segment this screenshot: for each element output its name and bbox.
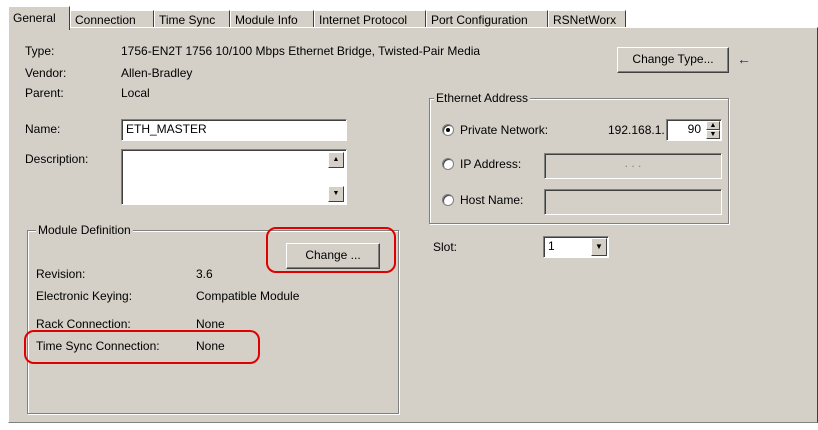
tab-port-configuration[interactable]: Port Configuration xyxy=(426,10,548,28)
revision-value: 3.6 xyxy=(196,267,213,281)
host-name-radio[interactable] xyxy=(442,194,454,206)
private-network-prefix: 192.168.1. xyxy=(608,123,665,137)
description-label: Description: xyxy=(25,152,89,166)
tab-general[interactable]: General xyxy=(8,6,70,30)
electronic-keying-label: Electronic Keying: xyxy=(36,289,133,303)
ip-address-radio[interactable] xyxy=(442,158,454,170)
module-definition-title: Module Definition xyxy=(36,223,133,237)
module-definition-group: Module Definition Change ... Revision: 3… xyxy=(27,223,399,414)
scroll-down-icon[interactable]: ▼ xyxy=(328,186,344,202)
general-panel: Type: 1756-EN2T 1756 10/100 Mbps Etherne… xyxy=(8,27,818,423)
ip-address-label: IP Address: xyxy=(460,157,522,171)
tab-module-info[interactable]: Module Info xyxy=(230,10,314,28)
private-network-radio[interactable] xyxy=(442,124,454,136)
spin-up-icon[interactable]: ▲ xyxy=(706,121,720,130)
left-arrow-icon: ← xyxy=(737,51,751,67)
description-textarea[interactable]: ▲ ▼ xyxy=(121,149,347,205)
private-network-label: Private Network: xyxy=(460,123,549,137)
ethernet-address-title: Ethernet Address xyxy=(434,91,531,105)
slot-label: Slot: xyxy=(433,240,458,254)
spin-down-icon[interactable]: ▼ xyxy=(706,130,720,139)
time-sync-connection-value: None xyxy=(196,339,225,353)
tab-connection[interactable]: Connection xyxy=(70,10,154,28)
change-type-button[interactable]: Change Type... xyxy=(617,47,729,73)
ethernet-address-group: Ethernet Address Private Network: 192.16… xyxy=(429,91,729,224)
type-value: 1756-EN2T 1756 10/100 Mbps Ethernet Brid… xyxy=(121,44,481,58)
revision-label: Revision: xyxy=(36,267,86,281)
tab-rsnetworx[interactable]: RSNetWorx xyxy=(548,10,626,28)
tab-time-sync[interactable]: Time Sync xyxy=(154,10,230,28)
slot-select[interactable]: 1 ▼ xyxy=(543,236,609,258)
name-label: Name: xyxy=(25,122,61,136)
tab-internet-protocol[interactable]: Internet Protocol xyxy=(314,10,426,28)
parent-label: Parent: xyxy=(25,86,64,100)
rack-connection-value: None xyxy=(196,317,225,331)
type-label: Type: xyxy=(25,44,55,58)
electronic-keying-value: Compatible Module xyxy=(196,289,300,303)
time-sync-connection-label: Time Sync Connection: xyxy=(36,339,160,353)
chevron-down-icon[interactable]: ▼ xyxy=(591,238,607,256)
private-octet-value: 90 xyxy=(687,122,701,136)
name-input[interactable]: ETH_MASTER xyxy=(121,119,347,141)
host-name-input[interactable] xyxy=(544,189,722,215)
vendor-value: Allen-Bradley xyxy=(121,66,193,80)
host-name-label: Host Name: xyxy=(460,193,524,207)
ip-address-input[interactable]: . . . xyxy=(544,153,722,179)
scroll-up-icon[interactable]: ▲ xyxy=(328,152,344,168)
rack-connection-label: Rack Connection: xyxy=(36,317,131,331)
slot-value: 1 xyxy=(548,239,555,253)
private-octet-spinner[interactable]: 90 ▲ ▼ xyxy=(666,119,722,141)
change-button[interactable]: Change ... xyxy=(286,243,380,269)
vendor-label: Vendor: xyxy=(25,66,67,80)
parent-value: Local xyxy=(121,86,150,100)
